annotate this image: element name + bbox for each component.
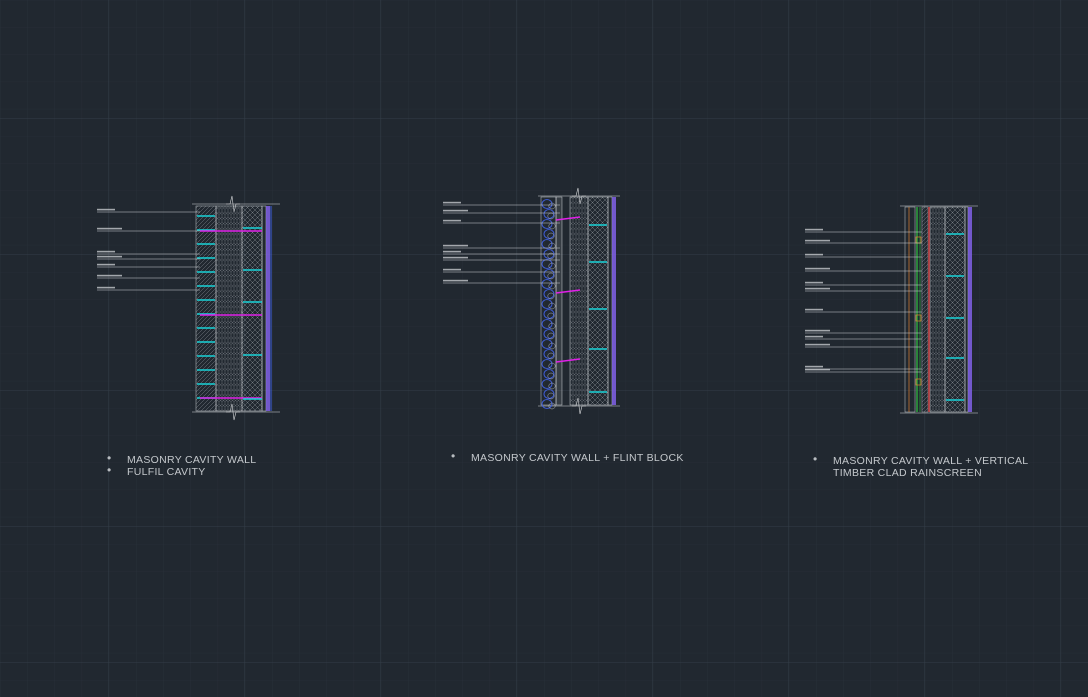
inner-block-leaf	[241, 205, 263, 412]
label-text-mark	[443, 219, 461, 222]
cavity-insulation	[929, 206, 946, 413]
sheathing-board	[921, 206, 929, 413]
label-text-mark	[97, 208, 115, 211]
label-text-mark	[443, 250, 461, 253]
label-text-mark	[805, 308, 823, 311]
label-text-mark	[443, 279, 468, 282]
cavity-insulation	[569, 196, 589, 406]
label-text-mark	[97, 227, 122, 230]
cavity-insulation	[215, 205, 243, 412]
label-text-mark	[97, 286, 115, 289]
caption-line: TIMBER CLAD RAINSCREEN	[833, 467, 982, 479]
label-text-mark	[805, 267, 830, 270]
label-text-mark	[443, 244, 468, 247]
caption-line: MASONRY CAVITY WALL + VERTICAL	[833, 455, 1029, 467]
caption-line: FULFIL CAVITY	[127, 466, 206, 478]
label-text-mark	[443, 256, 468, 259]
label-text-mark	[805, 253, 823, 256]
label-text-mark	[805, 365, 823, 368]
label-text-mark	[97, 250, 115, 253]
label-text-mark	[805, 335, 823, 338]
label-text-mark	[805, 287, 830, 290]
cad-drawing-canvas[interactable]	[0, 0, 1088, 697]
label-text-mark	[805, 228, 823, 231]
caption-line: MASONRY CAVITY WALL + FLINT BLOCK	[471, 452, 684, 464]
label-text-mark	[443, 268, 461, 271]
label-text-mark	[805, 329, 830, 332]
label-text-mark	[805, 343, 830, 346]
inner-finish-purple	[968, 207, 972, 412]
label-text-mark	[97, 274, 122, 277]
label-text-mark	[97, 255, 122, 258]
inner-block-leaf	[587, 196, 609, 406]
label-text-mark	[805, 239, 830, 242]
label-text-mark	[805, 368, 830, 371]
caption-flint-block: • MASONRY CAVITY WALL + FLINT BLOCK	[451, 450, 684, 464]
bullet-icon: •	[813, 452, 818, 466]
bullet-icon: •	[451, 449, 456, 463]
label-text-mark	[443, 201, 461, 204]
inner-finish-purple	[612, 197, 616, 405]
caption-timber-rainscreen: • MASONRY CAVITY WALL + VERTICAL TIMBER C…	[813, 453, 1029, 479]
label-text-mark	[97, 263, 115, 266]
label-text-mark	[443, 209, 468, 212]
label-text-mark	[805, 281, 823, 284]
bullet-icon: •	[107, 463, 112, 477]
caption-line: MASONRY CAVITY WALL	[127, 454, 257, 466]
outer-brick-leaf	[195, 205, 217, 412]
caption-fulfil-cavity: • MASONRY CAVITY WALL • FULFIL CAVITY	[107, 452, 257, 478]
backing-block	[555, 196, 563, 406]
inner-block-leaf	[944, 206, 966, 413]
inner-finish-purple	[266, 206, 270, 411]
